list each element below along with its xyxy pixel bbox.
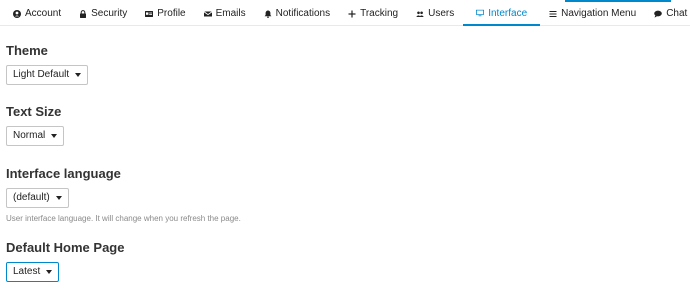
default-home-page-select-value: Latest (13, 266, 41, 277)
tab-label: Interface (488, 7, 528, 19)
tab-label: Account (25, 8, 62, 19)
interface-language-section: Interface language (default) User interf… (6, 166, 241, 223)
text-size-section: Text Size Normal (6, 104, 65, 146)
tab-notifications[interactable]: Notifications (255, 2, 339, 25)
desktop-icon (476, 9, 485, 17)
tab-label: Profile (157, 8, 186, 19)
default-home-page-heading: Default Home Page (6, 240, 125, 255)
tab-label: Emails (215, 8, 246, 19)
plus-icon (348, 10, 356, 18)
theme-select-value: Light Default (13, 69, 70, 80)
envelope-icon (203, 10, 212, 18)
caret-down-icon (55, 195, 62, 200)
tab-label: Security (91, 8, 128, 19)
caret-down-icon (75, 72, 82, 77)
theme-heading: Theme (6, 43, 48, 58)
id-card-icon (145, 10, 154, 18)
text-size-heading: Text Size (6, 104, 62, 119)
tab-interface[interactable]: Interface (463, 2, 541, 26)
interface-language-select[interactable]: (default) (6, 187, 69, 208)
theme-select[interactable]: Light Default (6, 64, 89, 85)
tab-label: Tracking (360, 8, 399, 19)
users-icon (416, 10, 424, 18)
caret-down-icon (51, 133, 58, 138)
theme-section: Theme Light Default (6, 43, 89, 85)
tab-label: Users (428, 8, 455, 19)
tab-emails[interactable]: Emails (195, 2, 255, 25)
tab-label: Navigation Menu (561, 8, 637, 19)
tab-security[interactable]: Security (70, 2, 136, 25)
lock-icon (79, 9, 87, 18)
tab-navigation-menu[interactable]: Navigation Menu (540, 2, 645, 25)
text-size-select-value: Normal (13, 130, 46, 141)
caret-down-icon (46, 269, 53, 274)
tab-tracking[interactable]: Tracking (339, 2, 407, 25)
user-circle-icon (13, 9, 21, 18)
interface-language-select-value: (default) (13, 192, 50, 203)
tab-label: Notifications (275, 8, 331, 19)
interface-language-heading: Interface language (6, 166, 121, 181)
settings-tabs: Account Security Profile Emails Notifica… (0, 2, 690, 26)
text-size-select[interactable]: Normal (6, 125, 65, 146)
tab-label: Chat (666, 8, 688, 19)
default-home-page-section: Default Home Page Latest (6, 240, 124, 282)
tab-account[interactable]: Account (0, 2, 70, 25)
interface-language-hint: User interface language. It will change … (6, 213, 241, 223)
bars-icon (549, 10, 557, 18)
tab-profile[interactable]: Profile (136, 2, 194, 25)
bell-icon (264, 10, 272, 18)
default-home-page-select[interactable]: Latest (6, 261, 60, 282)
tab-users[interactable]: Users (407, 2, 463, 25)
comment-icon (654, 10, 662, 18)
tab-chat[interactable]: Chat (645, 2, 690, 25)
